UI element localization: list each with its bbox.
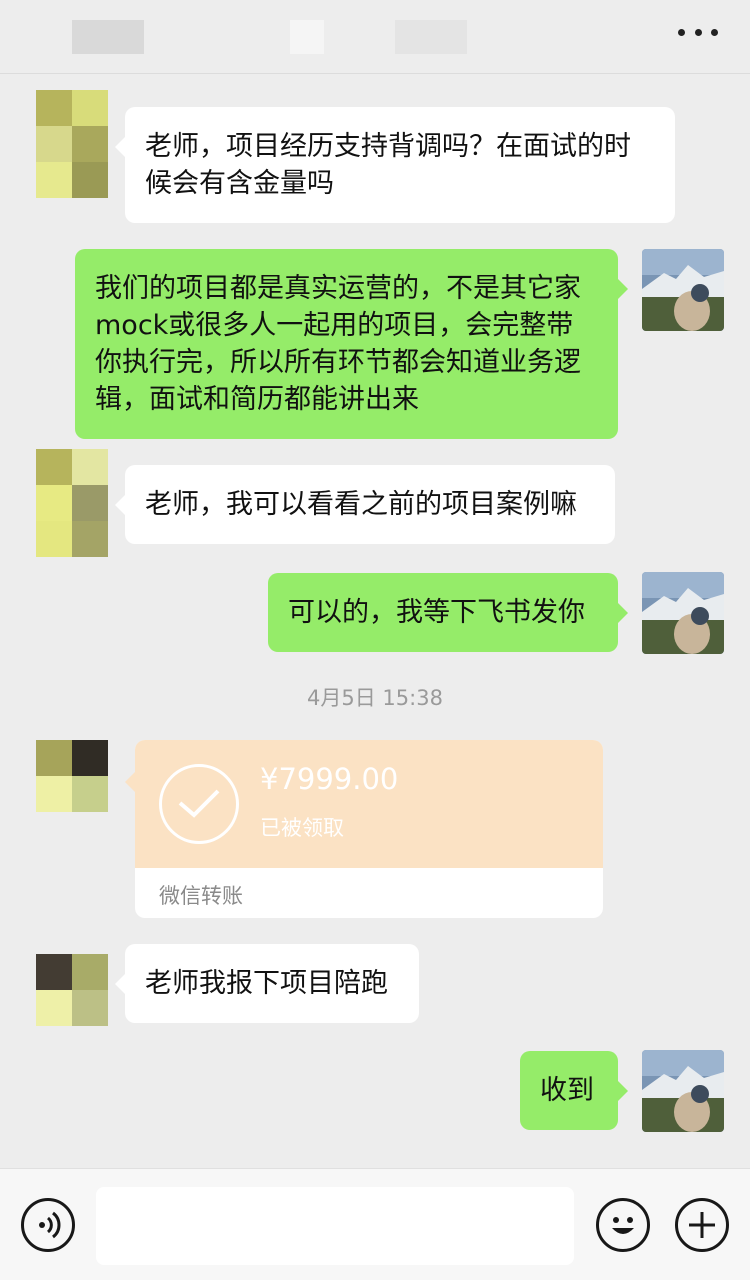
message-bubble-right[interactable]: 收到 (520, 1051, 628, 1130)
transfer-label: 微信转账 (159, 884, 243, 908)
message-bubble-right[interactable]: 我们的项目都是真实运营的，不是其它家mock或很多人一起用的项目，会完整带你执行… (75, 249, 628, 439)
my-avatar[interactable] (642, 1050, 724, 1132)
chat-header (0, 0, 750, 74)
message-text: 可以的，我等下飞书发你 (288, 597, 585, 628)
voice-icon[interactable] (21, 1198, 75, 1252)
my-avatar[interactable] (642, 572, 724, 654)
emoji-icon[interactable] (596, 1198, 650, 1252)
check-circle-icon (159, 764, 239, 844)
contact-avatar[interactable] (36, 954, 108, 1026)
plus-icon[interactable] (675, 1198, 729, 1252)
chat-title-blurred (290, 20, 324, 54)
more-dots-icon[interactable] (678, 24, 718, 40)
message-bubble-left[interactable]: 老师我报下项目陪跑 (115, 944, 419, 1023)
message-text: 收到 (540, 1075, 594, 1106)
contact-avatar[interactable] (36, 740, 108, 812)
contact-avatar[interactable] (36, 90, 108, 198)
message-input[interactable] (96, 1187, 574, 1265)
transfer-amount: ¥7999.00 (260, 762, 399, 796)
message-timestamp: 4月5日 15:38 (307, 686, 443, 710)
contact-avatar[interactable] (36, 449, 108, 557)
my-avatar[interactable] (642, 249, 724, 331)
message-text: 老师我报下项目陪跑 (145, 968, 388, 999)
message-bubble-right[interactable]: 可以的，我等下飞书发你 (268, 573, 628, 652)
message-text: 我们的项目都是真实运营的，不是其它家mock或很多人一起用的项目，会完整带你执行… (95, 273, 581, 415)
transfer-card-top: ¥7999.00 已被领取 (135, 740, 603, 868)
chat-title-blurred-2 (395, 20, 467, 54)
transfer-status: 已被领取 (260, 816, 344, 840)
message-bubble-left[interactable]: 老师，项目经历支持背调吗？在面试的时候会有含金量吗 (115, 107, 675, 223)
message-text: 老师，项目经历支持背调吗？在面试的时候会有含金量吗 (145, 131, 631, 199)
message-bubble-left[interactable]: 老师，我可以看看之前的项目案例嘛 (115, 465, 615, 544)
contact-name-blurred (72, 20, 144, 54)
input-bar (0, 1168, 750, 1280)
transfer-bubble-arrow (125, 772, 135, 792)
message-text: 老师，我可以看看之前的项目案例嘛 (145, 489, 577, 520)
transfer-card[interactable]: ¥7999.00 已被领取 微信转账 (135, 740, 603, 918)
